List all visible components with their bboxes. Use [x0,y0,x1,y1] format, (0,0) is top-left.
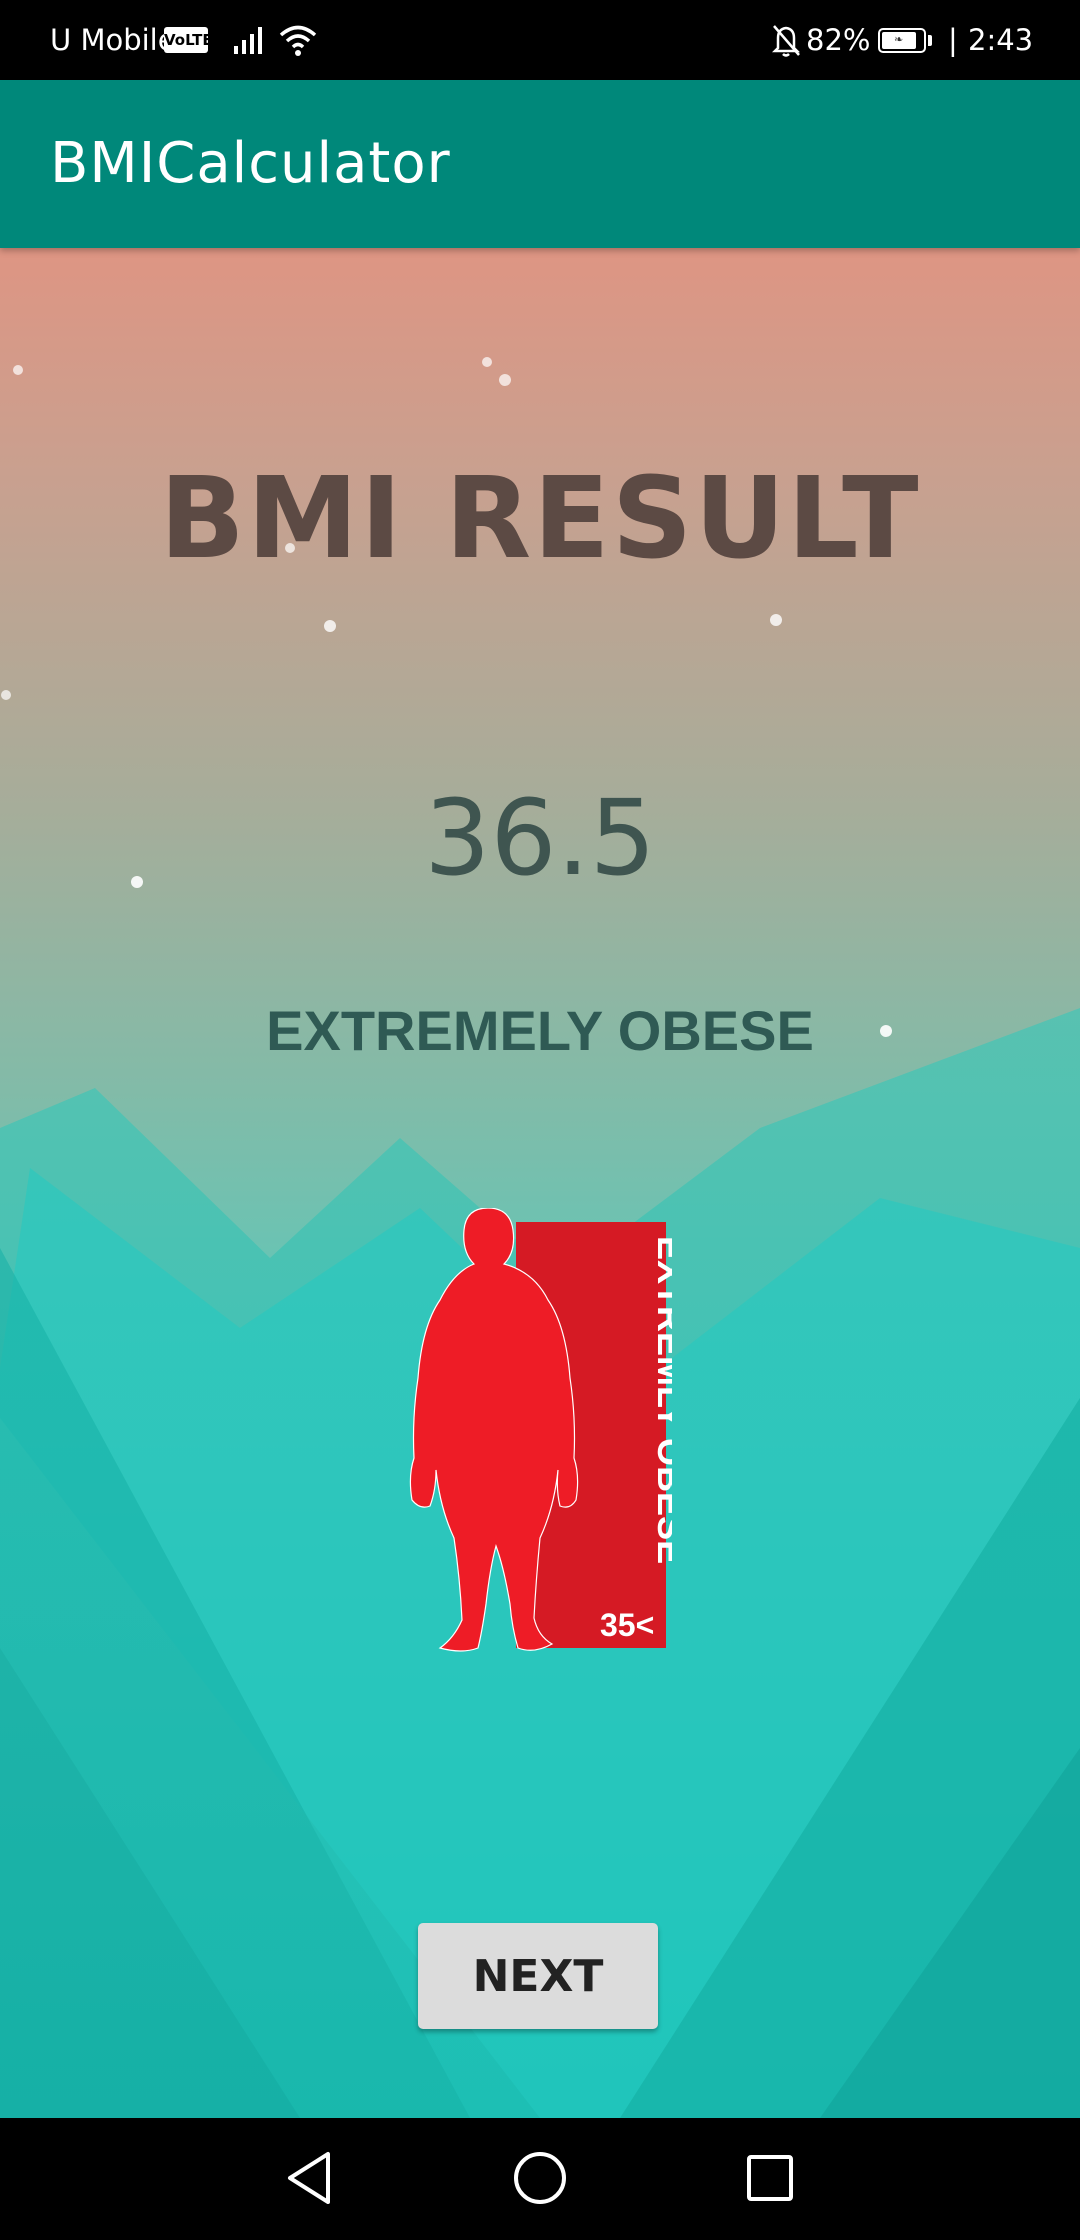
result-title: BMI RESULT [159,454,921,584]
signal-icon [234,27,262,54]
obese-figure-illustration: EXTREMLY OBESE 35< [409,1208,672,1652]
app-title: BMICalculator [50,131,451,196]
status-bar: U Mobile VoLTE 82% ❧ | 2:43 [0,0,1080,80]
recents-icon[interactable] [742,2146,798,2210]
next-button[interactable]: NEXT [418,1923,658,2029]
volte-badge: VoLTE [164,27,213,53]
battery-tip [928,35,932,46]
status-separator: | [948,23,958,57]
result-screen: BMI RESULT 36.5 EXTREMELY OBESE EXTREMLY… [0,248,1080,2118]
clock: 2:43 [968,23,1034,57]
illustration-label: EXTREMLY OBESE [650,1236,672,1564]
carrier-name: U Mobile [50,23,176,57]
wifi-icon [279,25,317,56]
bmi-value: 36.5 [424,777,656,899]
battery-icon: ❧ [878,28,926,53]
illustration-range: 35< [600,1607,654,1643]
navigation-bar [0,2118,1080,2240]
bmi-category: EXTREMELY OBESE [266,999,814,1062]
battery-percent: 82% [806,23,871,57]
notifications-off-icon [771,25,801,57]
app-bar: BMICalculator [0,80,1080,248]
back-icon[interactable] [282,2146,338,2210]
home-icon[interactable] [510,2146,570,2210]
